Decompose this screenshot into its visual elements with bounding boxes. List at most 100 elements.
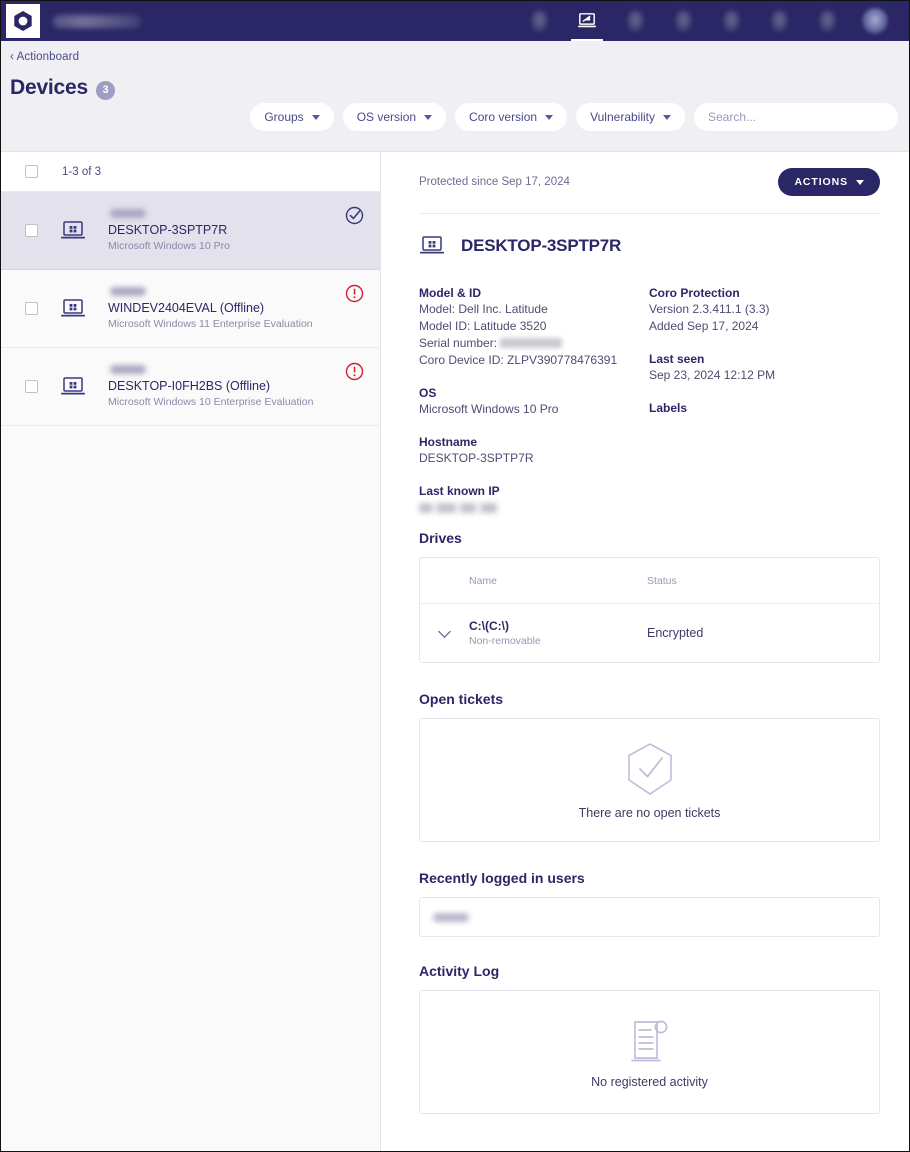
serial-number-row: Serial number: [419, 335, 649, 352]
device-info-right-column: Coro Protection Version 2.3.411.1 (3.3) … [649, 286, 879, 530]
drive-status: Encrypted [647, 626, 704, 640]
coro-protection-block: Coro Protection Version 2.3.411.1 (3.3) … [649, 286, 879, 335]
brand-name-redacted [53, 14, 141, 28]
nav-icon-group [515, 1, 899, 41]
device-list-header: 1-3 of 3 [1, 152, 380, 192]
device-row-checkbox[interactable] [25, 380, 38, 393]
filter-os-version-label: OS version [356, 110, 417, 124]
page-header: ‹ Actionboard Devices 3 Groups OS versio… [1, 41, 909, 151]
model-value: Model: Dell Inc. Latitude [419, 302, 548, 316]
os-value: Microsoft Windows 10 Pro [419, 402, 559, 416]
shield-check-icon [627, 742, 672, 795]
page-title: Devices [10, 76, 88, 99]
select-all-checkbox[interactable] [25, 165, 38, 178]
activity-log-empty-card: No registered activity [419, 990, 880, 1114]
recent-user-redacted [433, 912, 469, 922]
coro-device-id-value: Coro Device ID: ZLPV390778476391 [419, 353, 618, 367]
chevron-down-icon [545, 114, 554, 120]
last-known-ip-block: Last known IP [419, 484, 649, 513]
drives-table-row[interactable]: C:\(C:\) Non-removable Encrypted [420, 604, 879, 662]
device-list-item[interactable]: DESKTOP-I0FH2BS (Offline) Microsoft Wind… [1, 348, 380, 426]
device-detail-panel: Protected since Sep 17, 2024 ACTIONS DES… [381, 151, 909, 1151]
nav-item-4[interactable] [659, 1, 707, 41]
nav-item-1[interactable] [515, 1, 563, 41]
nav-item-5[interactable] [707, 1, 755, 41]
alert-circle-icon [345, 362, 364, 380]
nav-blob-icon-1 [530, 10, 548, 32]
drive-sub: Non-removable [469, 634, 541, 647]
last-seen-label: Last seen [649, 352, 705, 366]
filter-vulnerability[interactable]: Vulnerability [576, 103, 685, 131]
hostname-label: Hostname [419, 435, 478, 449]
device-user-redacted [110, 364, 146, 374]
labels-block: Labels [649, 401, 879, 415]
nav-item-3[interactable] [611, 1, 659, 41]
device-list-item[interactable]: DESKTOP-3SPTP7R Microsoft Windows 10 Pro [1, 192, 380, 270]
device-list-item[interactable]: WINDEV2404EVAL (Offline) Microsoft Windo… [1, 270, 380, 348]
laptop-icon [61, 220, 85, 238]
nav-item-6[interactable] [755, 1, 803, 41]
nav-item-devices[interactable] [563, 1, 611, 41]
device-row-name: DESKTOP-I0FH2BS (Offline) [108, 378, 271, 393]
device-row-checkbox[interactable] [25, 302, 38, 315]
device-count-badge: 3 [96, 80, 115, 100]
alert-circle-icon [345, 284, 364, 302]
device-row-os: Microsoft Windows 11 Enterprise Evaluati… [108, 317, 313, 330]
nav-blob-icon-6 [770, 10, 788, 32]
nav-blob-icon-7 [818, 10, 836, 32]
drives-section: Drives Name Status C:\(C:\) Non-removabl… [381, 530, 909, 663]
os-block: OS Microsoft Windows 10 Pro [419, 386, 649, 418]
device-row-checkbox[interactable] [25, 224, 38, 237]
device-row-status [345, 362, 364, 386]
user-avatar[interactable] [851, 1, 899, 41]
breadcrumb[interactable]: ‹ Actionboard [10, 51, 909, 63]
drives-col-name: Name [469, 574, 498, 587]
serial-number-label: Serial number: [419, 336, 498, 350]
last-known-ip-redacted [419, 503, 497, 513]
serial-number-redacted [500, 338, 563, 348]
filter-groups-label: Groups [264, 110, 304, 124]
drive-expand-cell[interactable] [420, 624, 469, 638]
chevron-down-icon [424, 114, 433, 120]
device-row-os: Microsoft Windows 10 Enterprise Evaluati… [108, 395, 314, 408]
coro-protection-added: Added Sep 17, 2024 [649, 319, 759, 333]
coro-hexagon-logo-icon [14, 11, 32, 31]
laptop-devices-icon [578, 13, 596, 28]
nav-item-7[interactable] [803, 1, 851, 41]
device-list-panel: 1-3 of 3 DESKTOP-3SPTP7R Microsoft Windo… [1, 151, 381, 1151]
scroll-document-icon [630, 1020, 667, 1061]
device-title-row: DESKTOP-3SPTP7R [381, 214, 909, 257]
recent-users-section: Recently logged in users [381, 870, 909, 937]
device-row-texts: WINDEV2404EVAL (Offline) Microsoft Windo… [108, 286, 345, 331]
laptop-icon [61, 376, 85, 394]
coro-hexagon-logo[interactable] [6, 4, 40, 38]
device-info-grid: Model & ID Model: Dell Inc. Latitude Mod… [381, 257, 909, 530]
body-split: 1-3 of 3 DESKTOP-3SPTP7R Microsoft Windo… [1, 151, 909, 1151]
open-tickets-section: Open tickets There are no open tickets [381, 691, 909, 842]
device-row-os: Microsoft Windows 10 Pro [108, 239, 230, 252]
top-navigation-bar [1, 1, 909, 41]
laptop-icon [420, 236, 444, 254]
app-window: ‹ Actionboard Devices 3 Groups OS versio… [0, 0, 910, 1152]
search-input[interactable] [708, 110, 884, 124]
os-label: OS [419, 386, 437, 400]
activity-log-empty-text: No registered activity [591, 1074, 708, 1089]
device-row-texts: DESKTOP-3SPTP7R Microsoft Windows 10 Pro [108, 208, 345, 253]
search-box[interactable] [694, 103, 898, 131]
actions-button[interactable]: ACTIONS [778, 168, 880, 196]
chevron-down-icon [856, 179, 864, 185]
filter-coro-version[interactable]: Coro version [455, 103, 568, 131]
filter-os-version[interactable]: OS version [342, 103, 447, 131]
device-user-redacted [110, 286, 146, 296]
device-row-name: WINDEV2404EVAL (Offline) [108, 300, 265, 315]
chevron-down-icon[interactable] [438, 624, 451, 638]
check-circle-icon [345, 206, 364, 224]
filter-groups[interactable]: Groups [250, 103, 334, 131]
last-known-ip-label: Last known IP [419, 484, 500, 498]
laptop-icon [61, 298, 85, 316]
coro-protection-label: Coro Protection [649, 286, 740, 300]
coro-protection-version: Version 2.3.411.1 (3.3) [649, 302, 770, 316]
hostname-block: Hostname DESKTOP-3SPTP7R [419, 435, 649, 467]
device-user-redacted [110, 208, 146, 218]
